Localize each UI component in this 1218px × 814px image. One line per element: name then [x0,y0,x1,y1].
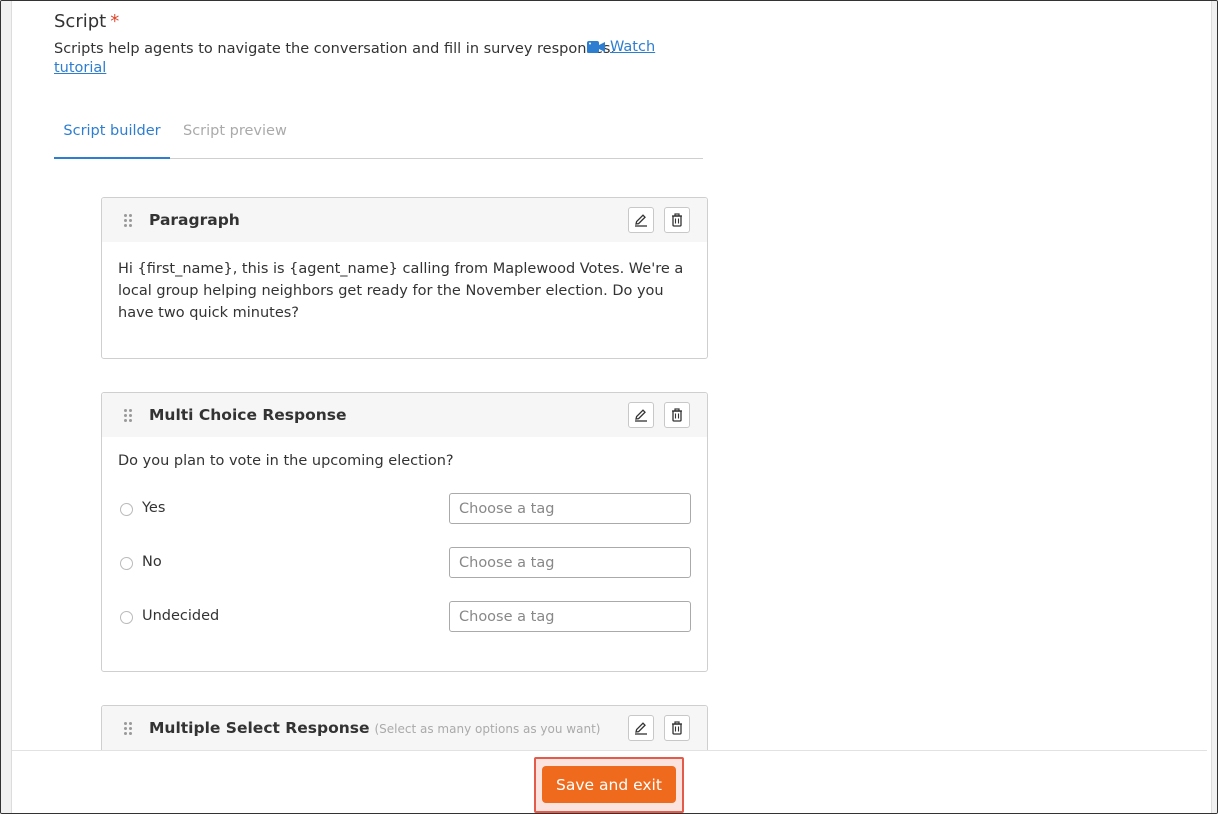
drag-handle-icon[interactable] [124,720,132,736]
tab-script-preview[interactable]: Script preview [183,111,287,159]
required-mark: * [110,11,120,32]
paragraph-card: Paragraph Hi {first_name}, this is {agen… [101,197,708,359]
multi-choice-card-title: Multi Choice Response [149,406,347,424]
tag-input-undecided[interactable] [449,601,691,632]
option-row-no: No [118,547,692,579]
edit-pencil-icon [635,722,647,735]
delete-multi-choice-button[interactable] [664,402,690,428]
tab-script-builder[interactable]: Script builder [54,111,170,159]
edit-paragraph-button[interactable] [628,207,654,233]
multi-select-card-header: Multiple Select Response (Select as many … [102,706,707,750]
script-editor-window: Script * Scripts help agents to navigate … [0,0,1218,814]
drag-handle-icon[interactable] [124,212,132,228]
section-title: Script * [54,11,119,32]
option-label-no: No [142,554,162,570]
option-row-undecided: Undecided [118,601,692,633]
video-camera-icon [587,41,605,53]
watch-tutorial-text[interactable]: Watch [610,39,655,55]
multi-select-subtitle: (Select as many options as you want) [374,722,601,736]
trash-icon [672,721,682,735]
watch-tutorial-link-continued[interactable]: tutorial [54,60,106,76]
multi-choice-card-header: Multi Choice Response [102,393,707,437]
multi-select-card-title: Multiple Select Response (Select as many … [149,719,600,737]
tag-input-no[interactable] [449,547,691,578]
paragraph-card-header: Paragraph [102,198,707,242]
option-row-yes: Yes [118,493,692,525]
option-label-undecided: Undecided [142,608,220,624]
edit-multi-choice-button[interactable] [628,402,654,428]
delete-paragraph-button[interactable] [664,207,690,233]
edit-multi-select-button[interactable] [628,715,654,741]
delete-multi-select-button[interactable] [664,715,690,741]
script-tabs: Script builder Script preview [54,111,703,159]
drag-handle-icon[interactable] [124,407,132,423]
option-label-yes: Yes [142,500,166,516]
save-and-exit-button[interactable]: Save and exit [542,766,676,803]
paragraph-card-title: Paragraph [149,211,240,229]
multi-choice-question: Do you plan to vote in the upcoming elec… [118,453,454,469]
right-gutter [1211,1,1217,813]
trash-icon [672,408,682,422]
edit-pencil-icon [635,409,647,422]
multi-choice-card: Multi Choice Response Do you plan to vot… [101,392,708,672]
left-gutter [1,1,12,813]
edit-pencil-icon [635,214,647,227]
radio-yes[interactable] [120,503,133,516]
tag-input-yes[interactable] [449,493,691,524]
multi-select-title-text: Multiple Select Response [149,719,370,737]
radio-undecided[interactable] [120,611,133,624]
paragraph-text: Hi {first_name}, this is {agent_name} ca… [118,261,684,321]
section-title-text: Script [54,11,107,32]
radio-no[interactable] [120,557,133,570]
watch-tutorial-link[interactable]: Watch [587,39,655,55]
trash-icon [672,213,682,227]
